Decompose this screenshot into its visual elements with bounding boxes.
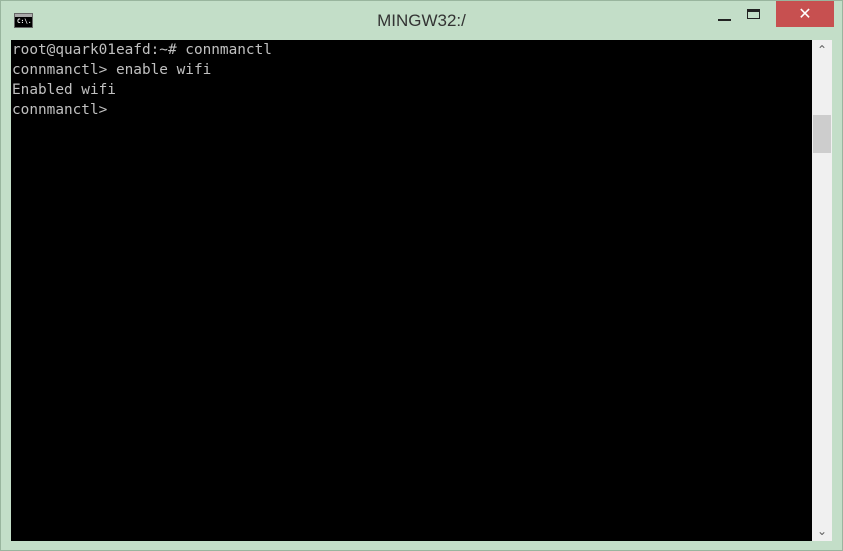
terminal-window: C:\. MINGW32:/ ✕ root@quark01eafd:~# con… [0,0,843,551]
minimize-button[interactable] [714,1,740,27]
terminal-line: connmanctl> enable wifi [12,62,212,78]
minimize-icon [718,19,731,21]
close-button[interactable]: ✕ [776,1,834,27]
title-bar[interactable]: C:\. MINGW32:/ ✕ [1,1,842,39]
terminal-prompt: connmanctl> [12,102,108,118]
close-icon: ✕ [798,4,812,23]
vertical-scrollbar[interactable]: ⌃ ⌄ [812,40,832,541]
chevron-up-icon: ⌃ [816,43,828,57]
terminal-output[interactable]: root@quark01eafd:~# connmanctl connmanct… [11,40,812,541]
scroll-down-button[interactable]: ⌄ [812,521,832,541]
maximize-button[interactable] [741,1,767,27]
terminal-line: Enabled wifi [12,82,116,98]
maximize-icon [747,9,760,19]
terminal-line: root@quark01eafd:~# connmanctl [12,42,272,58]
chevron-down-icon: ⌄ [816,524,828,538]
scroll-up-button[interactable]: ⌃ [812,40,832,60]
scroll-thumb[interactable] [813,115,831,153]
